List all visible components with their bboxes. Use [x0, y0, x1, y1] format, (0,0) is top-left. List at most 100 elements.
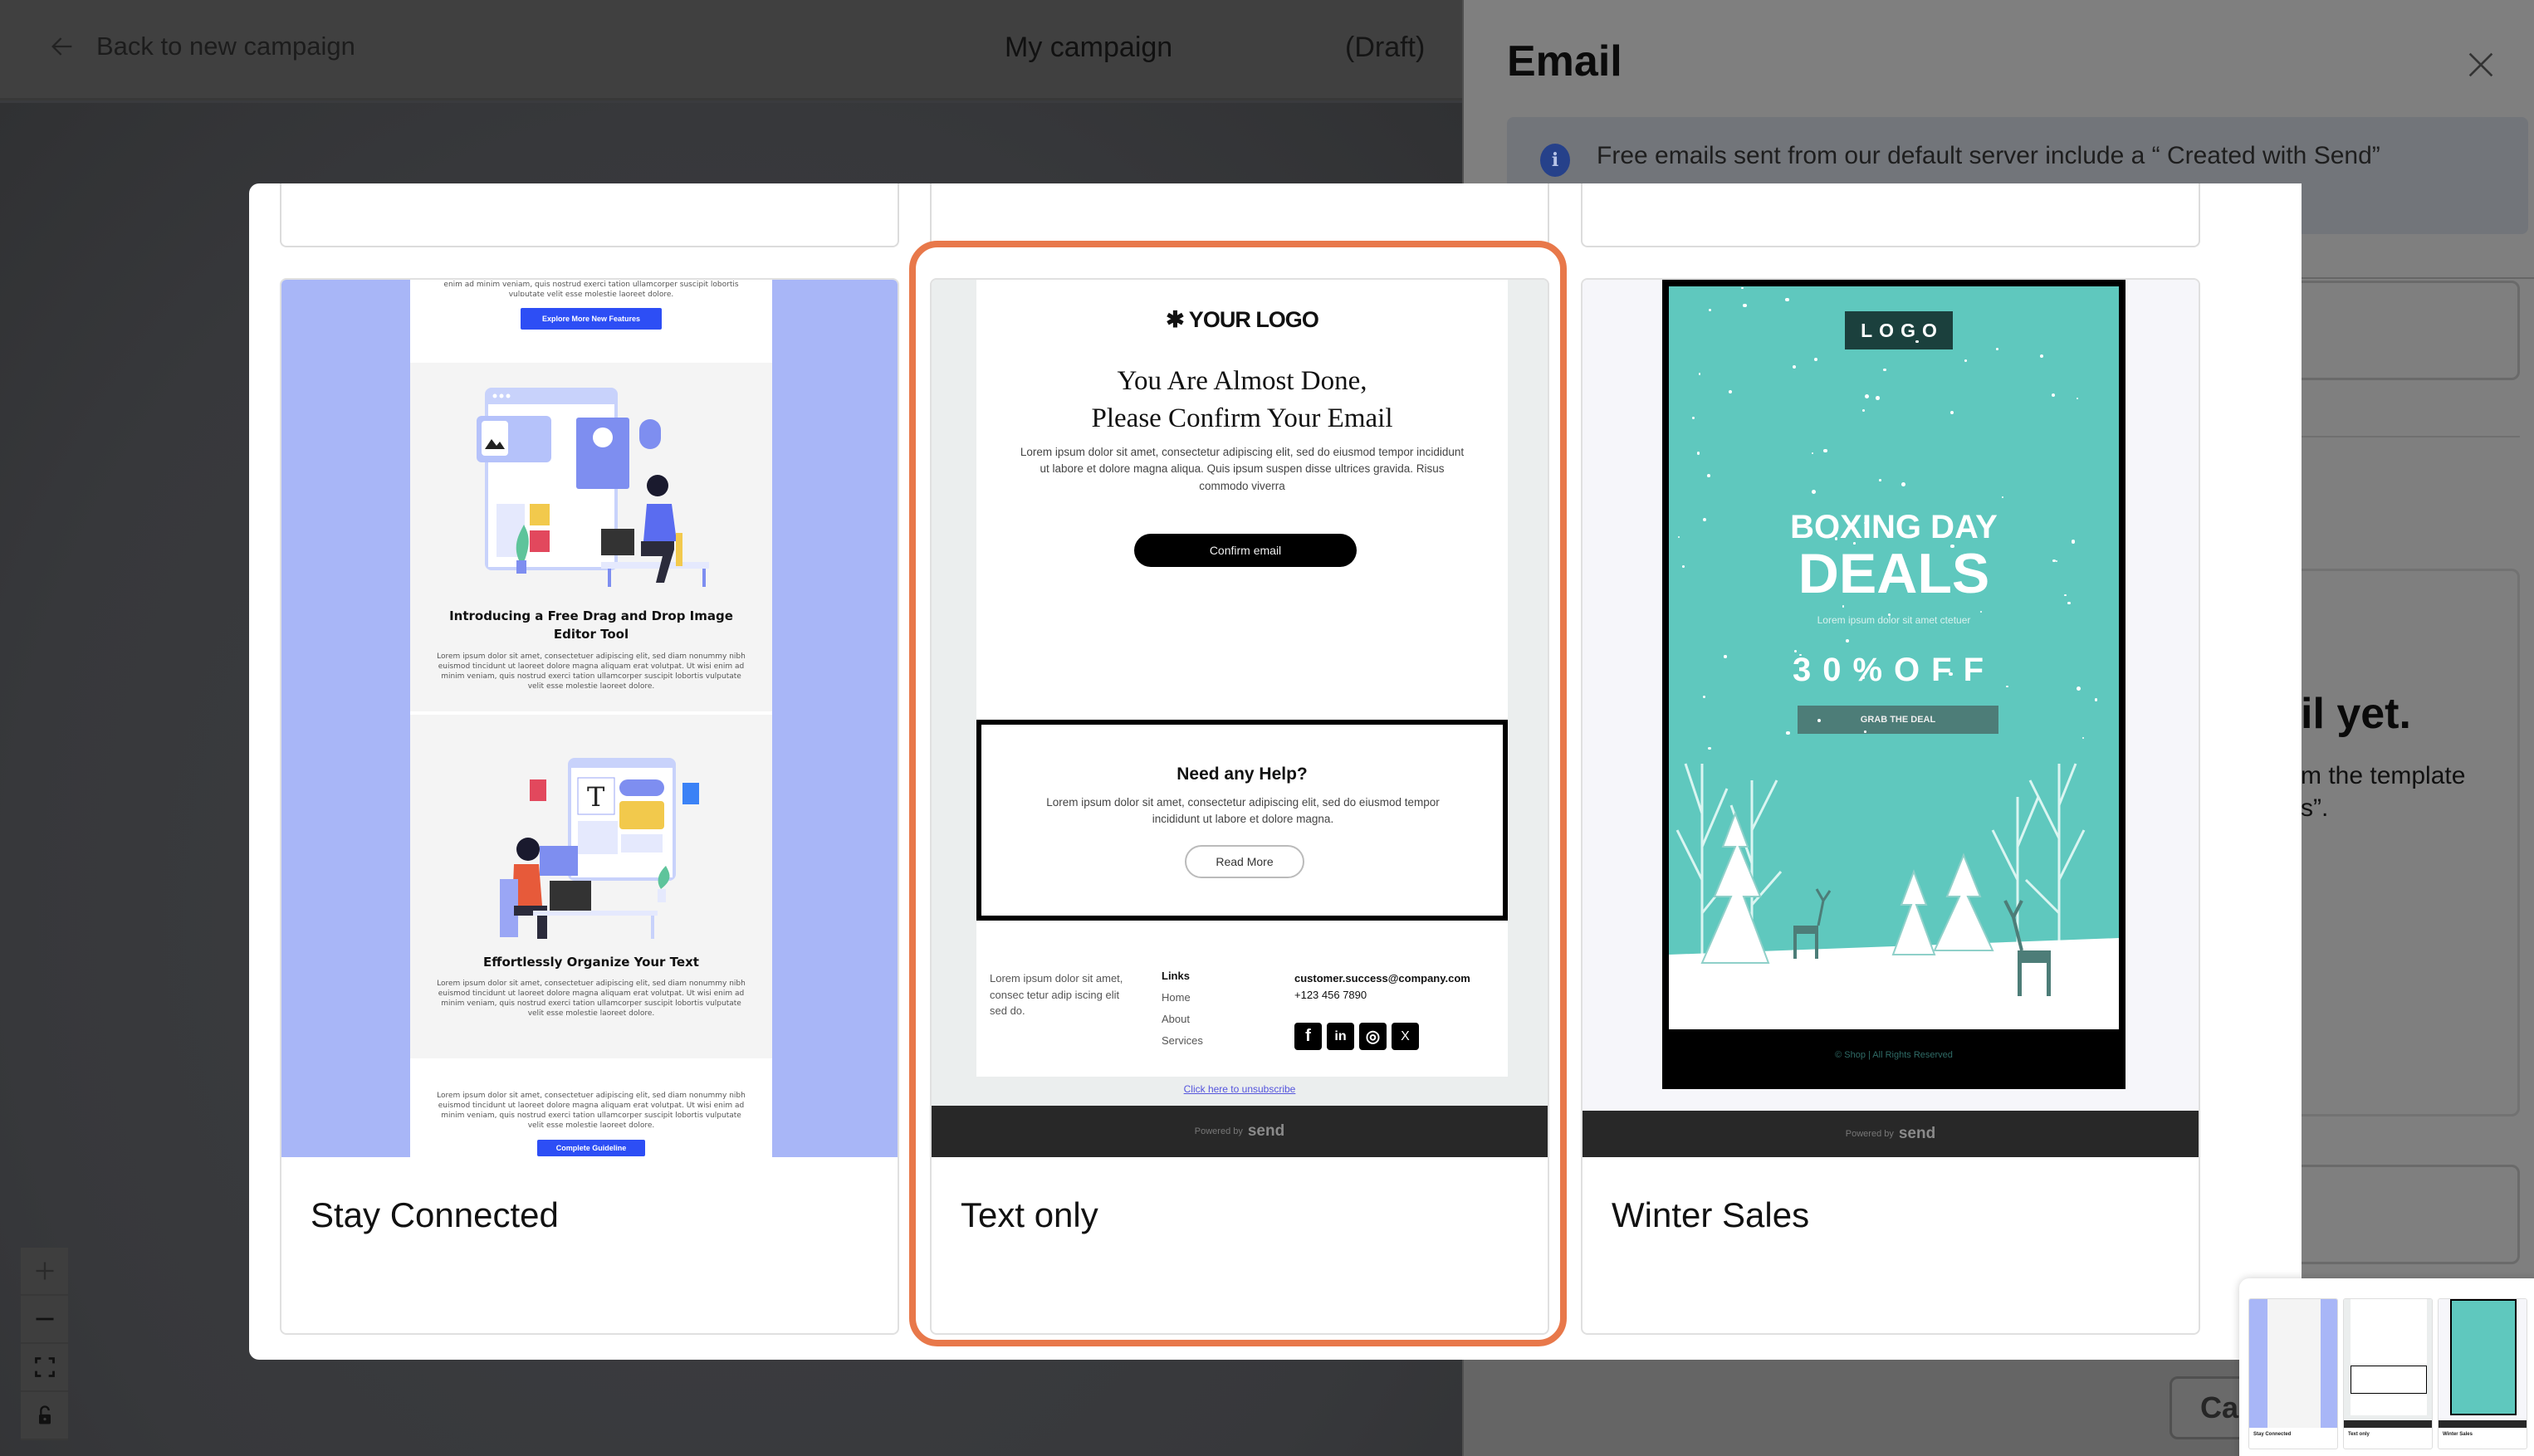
snowflake — [1915, 340, 1919, 344]
zoom-in-button[interactable] — [21, 1248, 68, 1296]
app-topbar: Back to new campaign My campaign (Draft) — [0, 0, 1462, 100]
template-card-stay-connected[interactable]: enim ad minim veniam, quis nostrud exerc… — [280, 278, 899, 1335]
thumb-card: Stay Connected — [2248, 1298, 2338, 1449]
empty-desc-line: m the template — [2301, 762, 2466, 789]
snowflake — [1865, 394, 1870, 399]
preview-text: Lorem ipsum dolor sit amet, consectetuer… — [437, 652, 746, 691]
thumb-card: Winter Sales — [2438, 1298, 2527, 1449]
back-label: Back to new campaign — [96, 32, 355, 61]
send-logo: send — [1898, 1125, 1936, 1142]
template-name: Stay Connected — [311, 1195, 559, 1234]
snowflake — [2052, 559, 2056, 563]
preview-heading: Effortlessly Organize Your Text — [483, 955, 699, 970]
template-picker-modal: enim ad minim veniam, quis nostrud exerc… — [249, 183, 2302, 1360]
template-card[interactable] — [930, 183, 1549, 247]
snowflake — [1887, 613, 1891, 616]
screenshot-thumbnail: Stay Connected Text only Winter Sales — [2239, 1278, 2534, 1456]
snowflake — [1691, 416, 1695, 420]
snowflake — [1785, 297, 1789, 302]
template-card-text-only[interactable]: ✱ YOUR LOGO You Are Almost Done, Please … — [930, 278, 1549, 1335]
snowflake — [1741, 286, 1744, 289]
arrow-left-icon — [51, 37, 72, 56]
snowflake — [1827, 559, 1829, 561]
preview-heading: Introducing a Free Drag and Drop Image E… — [449, 608, 733, 642]
thumb-label: Text only — [2348, 1432, 2370, 1437]
contact-phone: +123 456 7890 — [1294, 988, 1367, 1001]
snowflake — [2039, 354, 2044, 359]
campaign-title[interactable]: My campaign — [1005, 32, 1172, 64]
snowflake — [2064, 594, 2067, 597]
preview-text: Lorem ipsum dolor sit amet, consectetuer… — [437, 1092, 746, 1131]
logo-placeholder: ✱ YOUR LOGO — [1166, 307, 1319, 332]
template-preview: ✱ YOUR LOGO You Are Almost Done, Please … — [932, 280, 1548, 1157]
snowflake — [1696, 452, 1700, 455]
send-logo: send — [1247, 1122, 1285, 1140]
snowflake — [2001, 496, 2003, 498]
empty-desc-line: s”. — [2301, 794, 2329, 822]
snowflake — [1729, 390, 1733, 394]
snowflake — [1863, 521, 1866, 525]
snowflake — [1834, 537, 1838, 540]
unlock-icon — [38, 1405, 51, 1424]
instagram-icon: ◎ — [1359, 1023, 1387, 1050]
social-icons: f in ◎ X — [1294, 1023, 1419, 1050]
unsubscribe-link: Click here to unsubscribe — [1183, 1083, 1296, 1095]
snowflake — [1879, 479, 1881, 481]
panel-title: Email — [1507, 37, 1622, 86]
snowflake — [1699, 373, 1701, 375]
footer-text: Lorem ipsum dolor sit amet, consec tetur… — [990, 972, 1123, 1017]
snowflake — [1864, 730, 1866, 733]
plus-icon — [36, 1262, 53, 1280]
snowflake — [1793, 649, 1797, 652]
offer-text: 30%OFF — [1792, 652, 1996, 688]
empty-state-description: m the template s”. — [2301, 760, 2465, 824]
preview-heading: DEALS — [1798, 542, 1990, 605]
thumb-label: Stay Connected — [2253, 1432, 2292, 1437]
powered-by-text: Powered by — [1845, 1129, 1894, 1139]
linkedin-icon: in — [1327, 1023, 1354, 1050]
logo-placeholder: LOGO — [1845, 311, 1953, 349]
snowflake — [1876, 396, 1881, 400]
back-to-campaign-link[interactable]: Back to new campaign — [48, 32, 355, 61]
campaign-status: (Draft) — [1345, 32, 1426, 63]
snowflake — [1702, 518, 1706, 522]
snowflake — [2077, 686, 2082, 691]
preview-button: Complete Guideline — [537, 1139, 645, 1156]
snowflake — [1948, 672, 1953, 677]
snowflake — [1861, 676, 1866, 679]
close-icon[interactable] — [2464, 48, 2497, 81]
snowflake — [1811, 452, 1813, 455]
read-more-button: Read More — [1185, 845, 1304, 878]
info-text: Free emails sent from our default server… — [1597, 142, 2380, 169]
snowflake — [2067, 601, 2071, 605]
footer-links: Links Home About Services — [1162, 965, 1203, 1052]
snowflake — [1979, 610, 1983, 613]
template-card[interactable] — [1581, 183, 2200, 247]
illustration-editor-icon — [477, 388, 709, 587]
snowflake — [1724, 655, 1727, 658]
preview-text: enim ad minim veniam, quis nostrud exerc… — [443, 281, 739, 296]
snowflake — [2051, 393, 2055, 397]
template-card[interactable] — [280, 183, 899, 247]
snowflake — [1812, 490, 1817, 495]
fit-view-icon — [34, 1357, 55, 1377]
help-text: Lorem ipsum dolor sit amet, consectetur … — [1046, 796, 1440, 825]
footer-link: Services — [1162, 1034, 1203, 1047]
illustration-text-editor-icon: T — [500, 758, 699, 939]
snowflake — [1702, 696, 1705, 699]
thumb-card: Text only — [2343, 1298, 2433, 1449]
snowflake — [1823, 449, 1827, 453]
fit-view-button[interactable] — [21, 1344, 68, 1392]
snowflake — [1883, 368, 1886, 372]
template-card-winter-sales[interactable]: LOGO BOXING DAY DEALS Lorem ipsum dolor … — [1581, 278, 2200, 1335]
links-heading: Links — [1162, 970, 1190, 982]
template-name: Text only — [961, 1195, 1098, 1234]
zoom-out-button[interactable] — [21, 1296, 68, 1344]
snowflake — [1708, 746, 1711, 750]
snowflake — [2076, 397, 2079, 399]
snowflake — [1842, 605, 1845, 608]
powered-by-text: Powered by — [1194, 1126, 1243, 1136]
snowflake — [1845, 638, 1849, 642]
empty-state-title: il yet. — [2301, 690, 2411, 738]
lock-button[interactable] — [21, 1392, 68, 1440]
